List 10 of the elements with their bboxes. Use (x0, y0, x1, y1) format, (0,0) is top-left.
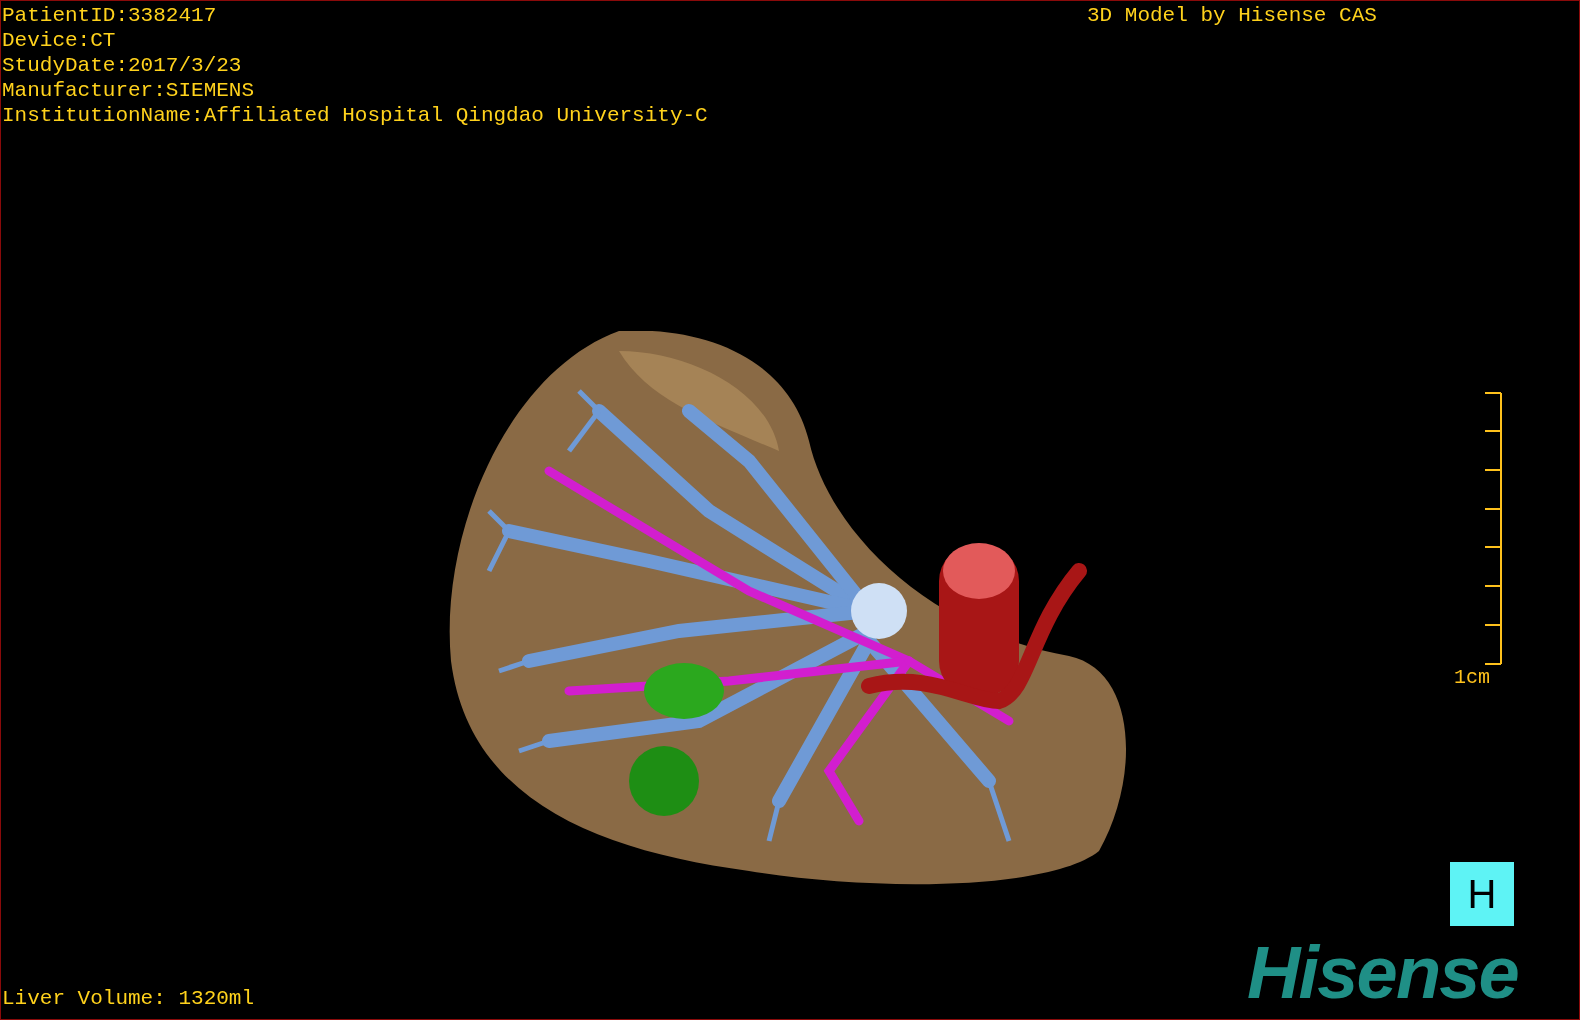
model-title: 3D Model by Hisense CAS (1087, 3, 1377, 28)
logo: Hisense (1247, 931, 1518, 1015)
scale-label: 1cm (1454, 666, 1490, 690)
info-line: PatientID:3382417 (2, 3, 218, 28)
info-line: Device:CT (2, 28, 117, 53)
info-line: StudyDate:2017/3/23 (2, 53, 243, 78)
view-button[interactable]: H (1450, 862, 1514, 926)
info-line: InstitutionName:Affiliated Hospital Qingdao University-C (2, 103, 708, 128)
liver-volume: Liver Volume: 1320ml (2, 986, 255, 1011)
info-line: Manufacturer:SIEMENS (2, 78, 256, 103)
